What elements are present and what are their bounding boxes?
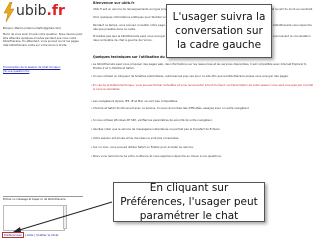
input-caption: Entrez un message et tapez ici de biblio…: [3, 198, 66, 201]
quit-question-link[interactable]: J'ai une question fini: [3, 70, 83, 74]
message-input[interactable]: [3, 205, 65, 231]
bullet-item: Si vous utilisez un bloqueur de fenêtres…: [91, 74, 315, 79]
bullet-item: Votre session est privée et les données …: [91, 136, 315, 141]
bullet-item: En cas de problème technique, vous pouve…: [91, 83, 315, 91]
logo-text: ubib.fr: [16, 3, 65, 19]
help-link[interactable]: Aide: [27, 233, 34, 237]
bullet-item: Sur un mac, vous pouvez utiliser Safari …: [91, 145, 315, 150]
intro-text: Merci de vous avoir trouvé notre questio…: [3, 33, 83, 47]
callout-preferences: En cliquant sur Préférences, l'usager pe…: [113, 182, 265, 222]
bullet-item: Le bibliothécaire peut vous proposer des…: [91, 62, 315, 70]
preferences-link[interactable]: Préférences: [2, 232, 24, 238]
greeting-text: Bonjour, Marion (marion.martin@gmail.com…: [3, 27, 62, 30]
bullet-item: Veuillez noter que le service de message…: [91, 127, 315, 132]
quit-chat-link[interactable]: Quitter le Chat: [36, 233, 58, 237]
techniques-heading: Quelques techniques sur l'utilisation du…: [93, 55, 174, 59]
message-input-scrollbar[interactable]: [63, 205, 67, 229]
bullet-item: Si vous utilisez Windows XP SP2, vérifie…: [91, 118, 315, 123]
bullet-item: Chrome et Safari fonctionnent avec ce se…: [91, 106, 315, 111]
chat-footer-links: Préférences | Aide | Quitter le Chat: [2, 232, 59, 238]
welcome-title: Bienvenue sur ubib.fr: [93, 1, 135, 5]
lightning-bolt-icon: [4, 2, 14, 22]
bullet-item: Les navigateurs Opera, IE5, IE et Mac ne…: [91, 99, 315, 104]
chat-divider: [3, 196, 83, 197]
bullet-item: Nous vous remercions de votre confiance …: [91, 154, 315, 159]
chat-sidebar: ubib.fr Bonjour, Marion (marion.martin@g…: [0, 0, 88, 240]
callout-conversation: L'usager suivra la conversation sur la c…: [166, 4, 272, 58]
ubib-logo: ubib.fr: [4, 2, 84, 22]
